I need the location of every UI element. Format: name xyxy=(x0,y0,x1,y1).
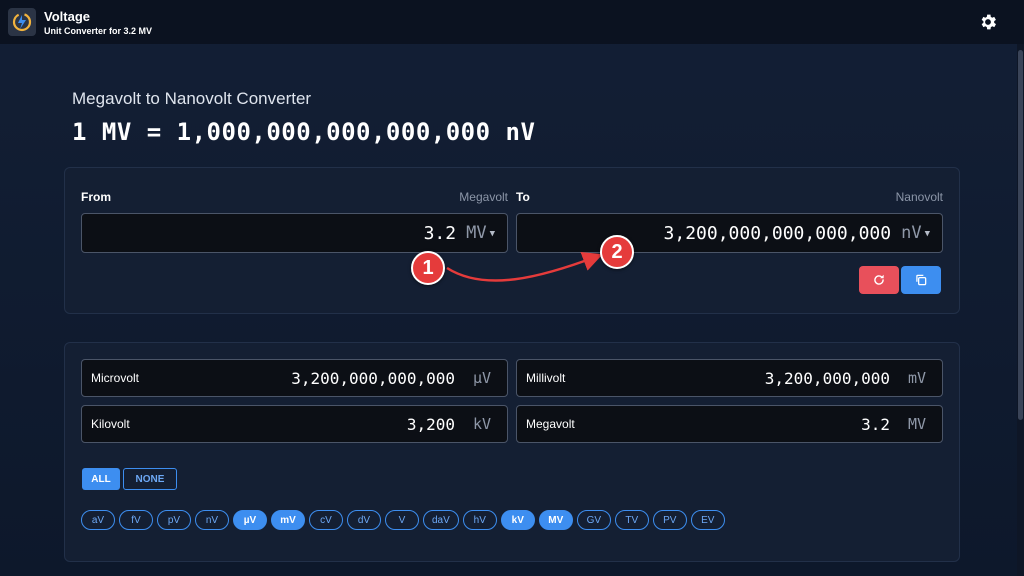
result-value: 3,200,000,000 xyxy=(764,369,890,388)
result-row-millivolt[interactable]: Millivolt 3,200,000,000 mV xyxy=(516,359,943,397)
unit-chip[interactable]: nV xyxy=(195,510,229,530)
unit-filter-chips: aV fV pV nV µV mV cV dV VdaV hV kV MV GV TV PV EV xyxy=(81,510,725,530)
unit-chip[interactable]: mV xyxy=(271,510,305,530)
unit-chip[interactable]: kV xyxy=(500,510,535,530)
result-name: Millivolt xyxy=(526,371,566,385)
result-row-microvolt[interactable]: Microvolt 3,200,000,000,000 µV xyxy=(81,359,508,397)
result-unit: MV xyxy=(907,415,926,433)
result-name: Microvolt xyxy=(91,371,140,385)
unit-chip[interactable]: PV xyxy=(652,510,687,530)
unit-chip[interactable]: µV xyxy=(233,510,267,530)
unit-chip[interactable]: EV xyxy=(690,510,725,530)
unit-chip[interactable]: pV xyxy=(157,510,191,530)
result-unit: µV xyxy=(472,369,491,387)
select-none-button[interactable]: NONE xyxy=(123,468,177,490)
unit-chip[interactable]: V xyxy=(385,510,419,530)
result-value: 3,200,000,000,000 xyxy=(291,369,455,388)
annotation-marker-1: 1 xyxy=(411,251,445,285)
result-value: 3.2 xyxy=(861,415,890,434)
unit-chip[interactable]: TV xyxy=(614,510,649,530)
select-all-button[interactable]: ALL xyxy=(82,468,120,490)
result-name: Kilovolt xyxy=(91,417,130,431)
result-value: 3,200 xyxy=(406,415,455,434)
unit-chip[interactable]: MV xyxy=(538,510,573,530)
unit-chip[interactable]: aV xyxy=(81,510,115,530)
annotation-marker-2: 2 xyxy=(600,235,634,269)
unit-chip[interactable]: cV xyxy=(309,510,343,530)
unit-chip[interactable]: GV xyxy=(576,510,611,530)
result-row-megavolt[interactable]: Megavolt 3.2 MV xyxy=(516,405,943,443)
unit-chip[interactable]: dV xyxy=(347,510,381,530)
unit-chip[interactable]: daV xyxy=(423,510,459,530)
result-name: Megavolt xyxy=(526,417,575,431)
unit-chip[interactable]: fV xyxy=(119,510,153,530)
result-unit: mV xyxy=(907,369,926,387)
result-row-kilovolt[interactable]: Kilovolt 3,200 kV xyxy=(81,405,508,443)
unit-chip[interactable]: hV xyxy=(462,510,497,530)
result-unit: kV xyxy=(472,415,491,433)
